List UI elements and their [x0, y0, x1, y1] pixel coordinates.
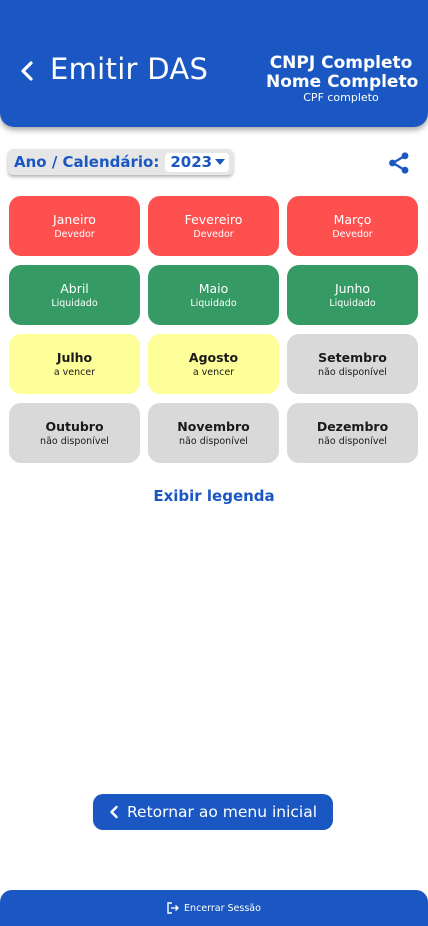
month-name: Janeiro: [53, 211, 96, 227]
month-status: Devedor: [193, 228, 234, 240]
month-card-setembro[interactable]: Setembro não disponível: [287, 334, 418, 394]
month-card-janeiro[interactable]: Janeiro Devedor: [9, 196, 140, 256]
share-button[interactable]: [387, 151, 411, 175]
month-name: Outubro: [45, 418, 104, 434]
month-name: Março: [333, 211, 372, 227]
return-to-menu-button[interactable]: Retornar ao menu inicial: [93, 794, 333, 830]
cnpj-text: CNPJ Completo: [269, 53, 413, 73]
logout-icon: [167, 902, 180, 914]
month-card-maio[interactable]: Maio Liquidado: [148, 265, 279, 325]
caret-down-icon: [215, 159, 226, 165]
chevron-left-icon: [21, 61, 33, 81]
year-label: Ano / Calendário:: [14, 153, 160, 171]
return-button-label: Retornar ao menu inicial: [126, 803, 318, 821]
month-status: Devedor: [54, 228, 95, 240]
page-title: Emitir DAS: [50, 52, 209, 86]
month-name: Dezembro: [316, 418, 389, 434]
end-session-button[interactable]: Encerrar Sessão: [0, 890, 428, 926]
month-card-fevereiro[interactable]: Fevereiro Devedor: [148, 196, 279, 256]
months-grid: Janeiro Devedor Fevereiro Devedor Março …: [9, 196, 418, 463]
header-bar: Emitir DAS CNPJ Completo Nome Completo C…: [0, 0, 428, 127]
month-card-dezembro[interactable]: Dezembro não disponível: [287, 403, 418, 463]
month-status: não disponível: [318, 366, 387, 378]
emitir-das-screen: Emitir DAS CNPJ Completo Nome Completo C…: [0, 0, 428, 926]
company-info: CNPJ Completo Nome Completo CPF completo: [266, 53, 419, 105]
company-name-text: Nome Completo: [266, 72, 419, 92]
month-status: não disponível: [318, 435, 387, 447]
month-card-abril[interactable]: Abril Liquidado: [9, 265, 140, 325]
month-status: Liquidado: [51, 297, 98, 309]
month-card-junho[interactable]: Junho Liquidado: [287, 265, 418, 325]
month-status: Liquidado: [190, 297, 237, 309]
month-card-outubro[interactable]: Outubro não disponível: [9, 403, 140, 463]
month-name: Novembro: [177, 418, 250, 434]
month-name: Maio: [198, 280, 229, 296]
month-card-marco[interactable]: Março Devedor: [287, 196, 418, 256]
chevron-left-icon: [109, 805, 119, 819]
year-value: 2023: [170, 153, 213, 171]
back-button[interactable]: [14, 56, 40, 86]
month-name: Setembro: [318, 349, 387, 365]
month-name: Junho: [334, 280, 371, 296]
month-name: Abril: [60, 280, 89, 296]
share-icon: [389, 152, 409, 174]
month-status: não disponível: [40, 435, 109, 447]
year-selector: Ano / Calendário: 2023: [8, 149, 234, 175]
month-card-novembro[interactable]: Novembro não disponível: [148, 403, 279, 463]
month-name: Julho: [56, 349, 93, 365]
month-name: Agosto: [188, 349, 239, 365]
month-status: a vencer: [192, 366, 235, 378]
month-card-agosto[interactable]: Agosto a vencer: [148, 334, 279, 394]
month-status: a vencer: [53, 366, 96, 378]
end-session-label: Encerrar Sessão: [184, 902, 261, 914]
month-status: Liquidado: [329, 297, 376, 309]
show-legend-link[interactable]: Exibir legenda: [0, 487, 428, 505]
month-name: Fevereiro: [184, 211, 243, 227]
month-status: não disponível: [179, 435, 248, 447]
month-card-julho[interactable]: Julho a vencer: [9, 334, 140, 394]
cpf-text: CPF completo: [303, 91, 379, 104]
month-status: Devedor: [332, 228, 373, 240]
year-dropdown[interactable]: 2023: [165, 152, 230, 172]
